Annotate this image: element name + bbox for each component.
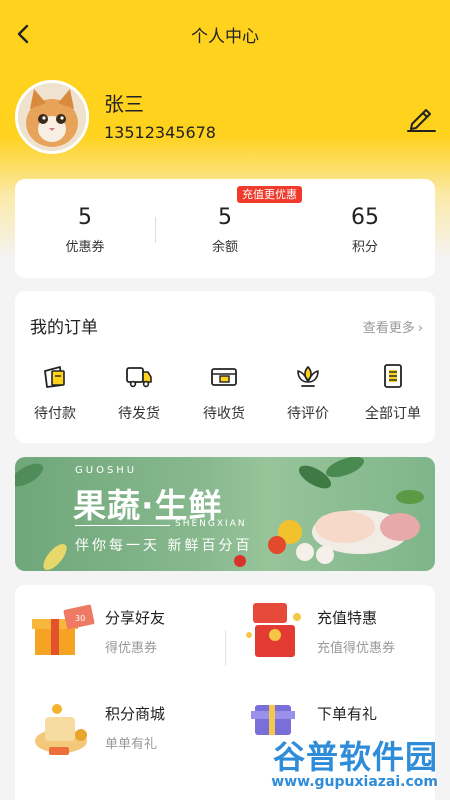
feature-share-title: 分享好友 [105, 609, 166, 627]
orders-title: 我的订单 [30, 318, 98, 338]
coupons-label: 优惠券 [65, 240, 105, 255]
order-all[interactable]: 全部订单 [353, 361, 433, 423]
watermark-url-text: www.gupuxiazai.com [271, 774, 438, 790]
nav-bar: 个人中心 [0, 0, 450, 66]
edit-profile-button[interactable] [404, 100, 438, 134]
promo-banner[interactable]: GUOSHU 果蔬·生鲜 SHENGXIAN 伴你每一天 新鲜百分百 [15, 457, 435, 571]
feature-order-gift-title: 下单有礼 [317, 705, 378, 723]
stat-divider [155, 217, 156, 243]
pencil-icon [407, 109, 436, 132]
balance-value: 5 [218, 205, 232, 230]
order-pending-payment[interactable]: 待付款 [15, 361, 95, 423]
order-pending-review[interactable]: 待评价 [268, 361, 348, 423]
order-pending-payment-label: 待付款 [34, 406, 76, 422]
feature-share-subtitle: 得优惠券 [105, 641, 158, 656]
see-more-link[interactable]: 查看更多 › [363, 317, 423, 336]
my-orders-card: 我的订单 查看更多 › 待付款 待发货 待收货 待评价 全部订单 [15, 291, 435, 443]
feature-divider [225, 630, 226, 666]
red-envelope-icon [246, 603, 301, 657]
avatar[interactable] [15, 80, 89, 154]
gift-bag-icon [35, 704, 87, 755]
order-pending-shipment[interactable]: 待发货 [99, 361, 179, 423]
wallet-icon [44, 366, 65, 388]
user-phone: 13512345678 [104, 123, 216, 142]
feature-recharge-title: 充值特惠 [317, 609, 378, 627]
user-name: 张三 [104, 92, 144, 116]
order-pending-receipt[interactable]: 待收货 [184, 361, 264, 423]
cat-avatar-icon [18, 83, 86, 151]
balance-label: 余额 [211, 240, 238, 255]
coupons-count: 5 [78, 205, 92, 230]
svg-text:30: 30 [75, 614, 85, 623]
watermark-main-text: 谷普软件园 [272, 738, 438, 776]
profile-section: 张三 13512345678 [0, 76, 450, 160]
site-watermark: 谷普软件园 www.gupuxiazai.com [264, 730, 444, 796]
banner-en-top: GUOSHU [75, 465, 138, 476]
feature-recharge-subtitle: 充值得优惠券 [317, 641, 396, 656]
page-title: 个人中心 [191, 27, 259, 47]
gift-box-icon: 30 [32, 604, 95, 655]
account-stats-card: 5 优惠券 充值更优惠 5 余额 65 积分 [15, 179, 435, 278]
feature-points-mall[interactable]: 积分商城 单单有礼 [15, 681, 215, 771]
chevron-right-icon: › [417, 321, 423, 336]
stat-balance[interactable]: 5 余额 [165, 205, 285, 255]
banner-en-bottom: SHENGXIAN [175, 519, 247, 529]
truck-icon [126, 367, 152, 388]
feature-share-friends[interactable]: 30 分享好友 得优惠券 [15, 585, 215, 675]
lotus-icon [297, 365, 319, 387]
order-pending-shipment-label: 待发货 [118, 406, 160, 422]
stat-coupons[interactable]: 5 优惠券 [25, 205, 145, 255]
points-value: 65 [351, 205, 379, 230]
order-all-label: 全部订单 [365, 406, 421, 422]
order-pending-review-label: 待评价 [287, 406, 329, 422]
list-document-icon [384, 364, 402, 388]
banner-subtitle: 伴你每一天 新鲜百分百 [75, 538, 253, 554]
see-more-label: 查看更多 [362, 321, 415, 336]
feature-points-subtitle: 单单有礼 [105, 737, 158, 752]
feature-points-title: 积分商城 [105, 705, 166, 723]
points-label: 积分 [351, 240, 378, 255]
feature-recharge[interactable]: 充值特惠 充值得优惠券 [227, 585, 427, 675]
recharge-promo-badge: 充值更优惠 [237, 186, 302, 203]
stat-points[interactable]: 65 积分 [305, 205, 425, 255]
order-pending-receipt-label: 待收货 [203, 406, 245, 422]
package-box-icon [211, 368, 237, 386]
banner-divider [75, 525, 170, 526]
